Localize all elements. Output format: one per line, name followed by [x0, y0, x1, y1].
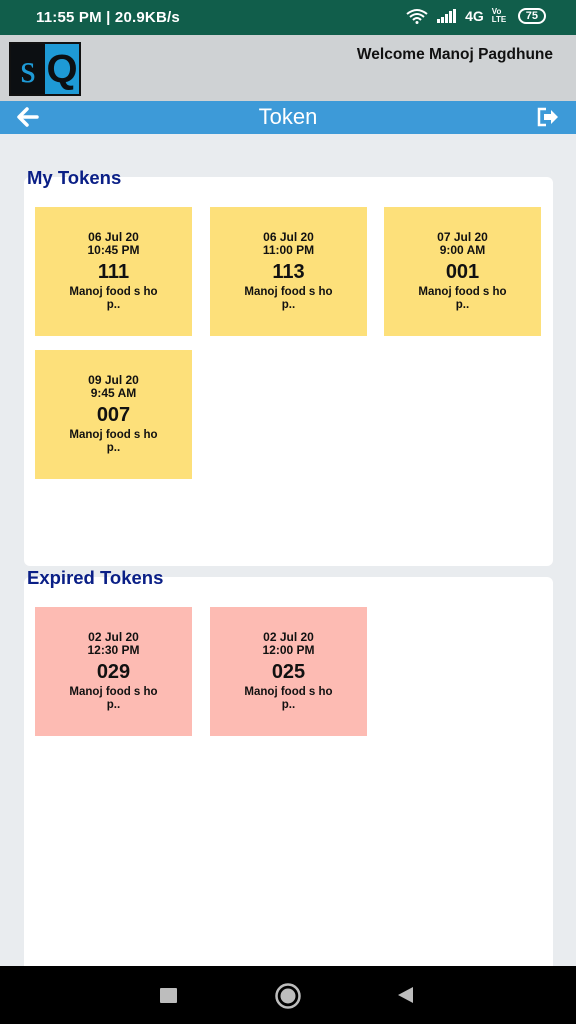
- wifi-icon: [406, 9, 428, 24]
- token-card[interactable]: 09 Jul 20 9:45 AM 007 Manoj food s hop..: [35, 350, 192, 479]
- token-shop: Manoj food s hop..: [418, 286, 507, 311]
- token-card[interactable]: 06 Jul 20 10:45 PM 111 Manoj food s hop..: [35, 207, 192, 336]
- token-shop: Manoj food s hop..: [69, 429, 158, 454]
- app-logo: s Q: [9, 42, 81, 96]
- token-number: 113: [272, 261, 305, 283]
- token-card[interactable]: 07 Jul 20 9:00 AM 001 Manoj food s hop..: [384, 207, 541, 336]
- welcome-text: Welcome Manoj Pagdhune: [356, 46, 553, 63]
- token-date: 02 Jul 20 12:00 PM: [262, 630, 315, 657]
- recent-apps-icon[interactable]: [160, 988, 177, 1003]
- toolbar: Token: [0, 101, 576, 134]
- app-header: s Q Welcome Manoj Pagdhune: [0, 35, 576, 101]
- my-tokens-title: My Tokens: [27, 167, 122, 188]
- token-date: 02 Jul 20 12:30 PM: [87, 630, 140, 657]
- network-type: 4G: [465, 8, 484, 24]
- volte-indicator: Vo LTE: [491, 7, 507, 24]
- token-number: 029: [96, 661, 131, 683]
- token-shop: Manoj food s hop..: [244, 286, 333, 311]
- token-shop: Manoj food s hop..: [244, 686, 333, 711]
- expired-token-card[interactable]: 02 Jul 20 12:00 PM 025 Manoj food s hop..: [210, 607, 367, 736]
- token-date: 09 Jul 20 9:45 AM: [88, 373, 139, 400]
- token-shop: Manoj food s hop..: [69, 686, 158, 711]
- token-number: 001: [445, 261, 480, 283]
- signal-icon: [437, 9, 457, 23]
- status-icons: 4G Vo LTE 75: [405, 8, 546, 24]
- token-shop: Manoj food s hop..: [69, 286, 158, 311]
- expired-tokens-title: Expired Tokens: [27, 567, 164, 588]
- sign-out-icon[interactable]: [536, 106, 560, 128]
- home-icon[interactable]: [274, 983, 302, 1009]
- status-time: 11:55 PM | 20.9KB/s: [36, 9, 180, 26]
- token-date: 07 Jul 20 9:00 AM: [437, 230, 488, 257]
- token-number: 111: [97, 261, 130, 283]
- token-card[interactable]: 06 Jul 20 11:00 PM 113 Manoj food s hop..: [210, 207, 367, 336]
- expired-token-card[interactable]: 02 Jul 20 12:30 PM 029 Manoj food s hop..: [35, 607, 192, 736]
- token-number: 025: [271, 661, 306, 683]
- token-date: 06 Jul 20 11:00 PM: [262, 230, 315, 257]
- logo-letter-q: Q: [46, 47, 78, 91]
- page-title: Token: [258, 104, 318, 129]
- token-number: 007: [96, 404, 131, 426]
- token-date: 06 Jul 20 10:45 PM: [87, 230, 140, 257]
- system-nav-bar: [0, 966, 576, 1024]
- logo-letter-s: s: [11, 44, 45, 94]
- battery-indicator: 75: [517, 8, 546, 24]
- status-bar: 11:55 PM | 20.9KB/s 4G Vo LTE 75: [0, 0, 576, 35]
- back-triangle-icon[interactable]: [397, 987, 414, 1004]
